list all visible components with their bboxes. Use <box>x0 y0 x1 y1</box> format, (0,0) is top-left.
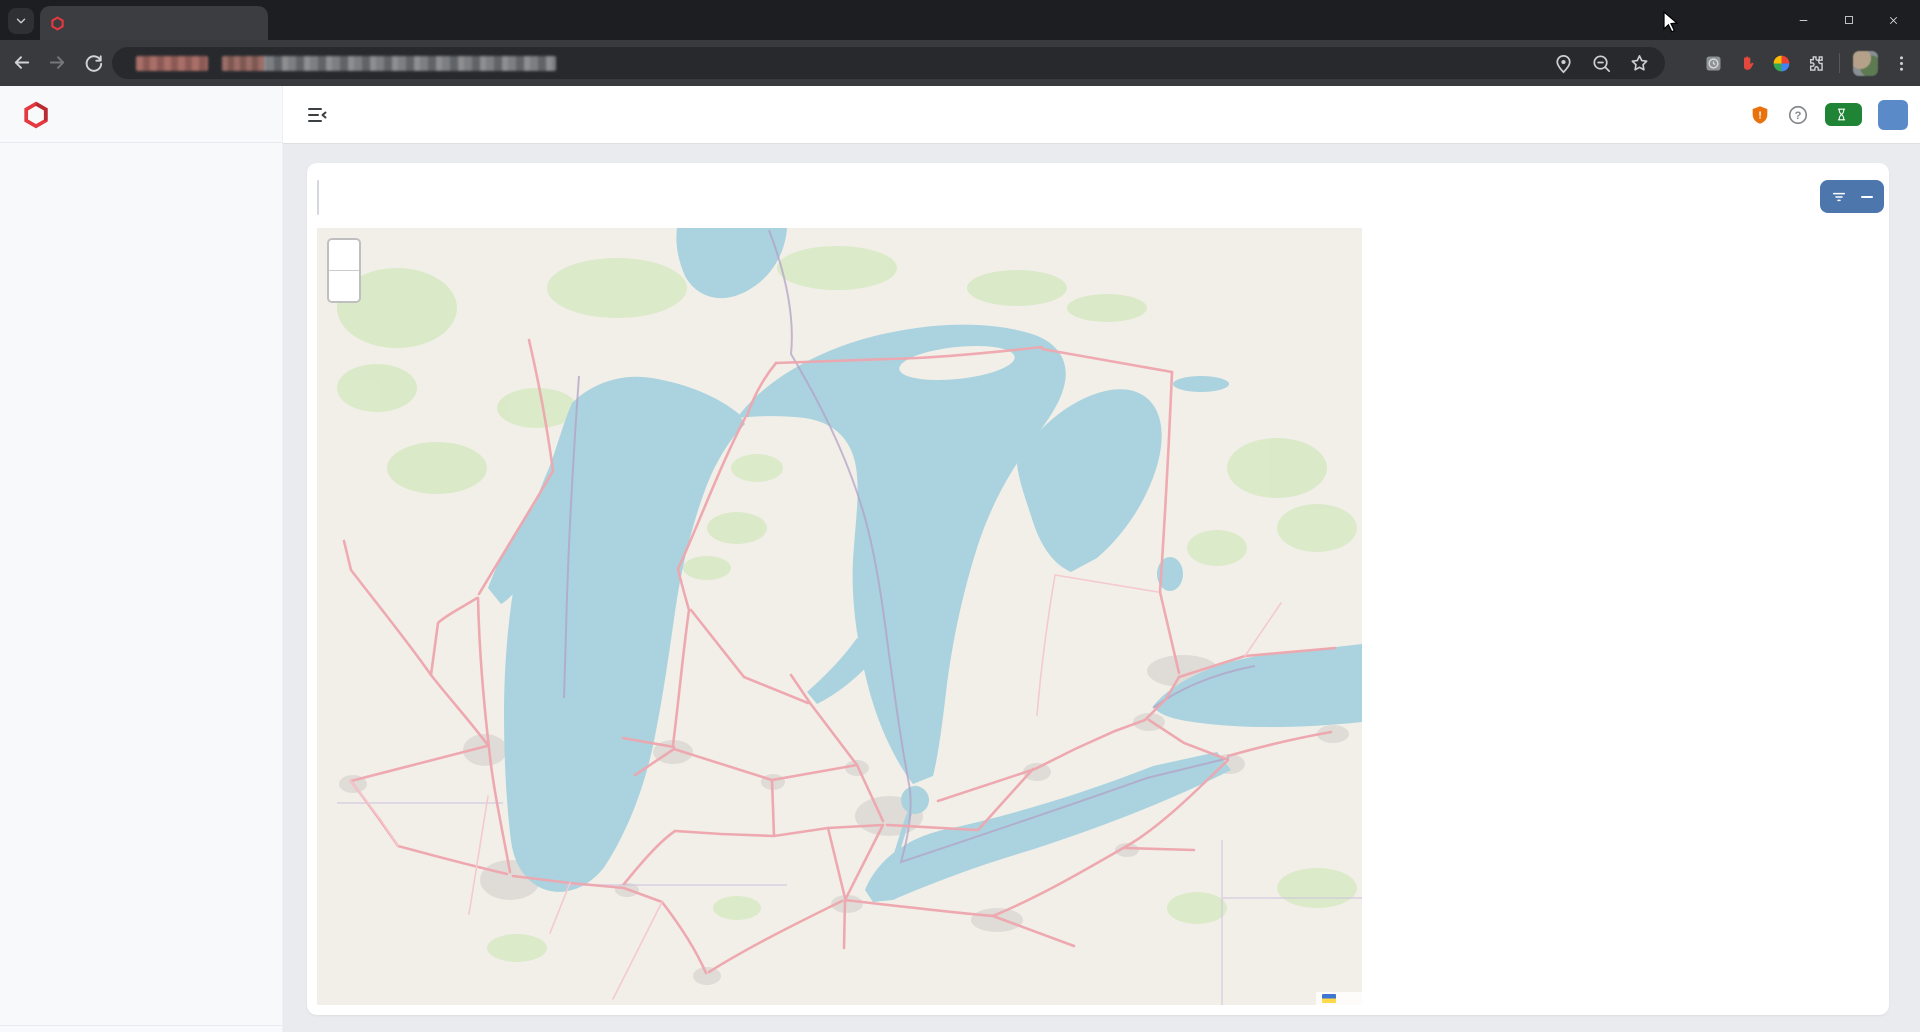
extension-photos-icon[interactable] <box>1771 53 1792 74</box>
tab-search-button[interactable] <box>8 8 34 34</box>
forward-button[interactable] <box>46 51 69 74</box>
sidebar-footer <box>0 1025 282 1032</box>
sidebar-collapse-button[interactable] <box>305 103 329 127</box>
view-filter-tabs <box>317 180 319 215</box>
ukraine-flag-icon <box>1322 994 1336 1003</box>
active-timer-button[interactable] <box>1825 103 1862 126</box>
svg-text:?: ? <box>1795 109 1802 121</box>
redacted-url-segment <box>136 56 208 71</box>
map-attribution <box>1316 992 1362 1005</box>
presence-panel <box>1379 228 1885 1005</box>
toolbar-divider <box>1839 53 1840 73</box>
leaflet-map[interactable] <box>317 228 1362 1005</box>
window-controls <box>1781 0 1916 40</box>
map-zoom-control <box>327 238 361 303</box>
browser-chrome <box>0 0 1920 86</box>
totaleto-hexagon-icon <box>22 101 50 129</box>
alert-shield-icon[interactable]: ! <box>1749 104 1771 126</box>
bookmark-star-icon[interactable] <box>1628 52 1651 75</box>
browser-profile-avatar[interactable] <box>1853 51 1878 76</box>
hourglass-icon <box>1834 107 1849 122</box>
chevron-down-icon <box>14 14 28 28</box>
totaleto-favicon <box>50 16 65 31</box>
browser-tab[interactable] <box>40 6 268 40</box>
sidebar-footer-divider <box>0 1025 282 1026</box>
content-area <box>283 143 1920 1032</box>
filter-count-badge <box>1861 196 1873 198</box>
close-icon <box>1887 14 1900 27</box>
filter-button[interactable] <box>1820 180 1884 213</box>
help-question-icon[interactable]: ? <box>1787 104 1809 126</box>
window-minimize-button[interactable] <box>1781 0 1826 40</box>
window-close-button[interactable] <box>1871 0 1916 40</box>
sidebar-nav <box>0 143 282 1025</box>
zoom-out-button[interactable] <box>329 271 359 301</box>
tab-strip <box>0 0 1920 40</box>
reload-button[interactable] <box>82 51 105 74</box>
extensions-puzzle-icon[interactable] <box>1805 53 1826 74</box>
browser-toolbar <box>0 40 1920 86</box>
app-logo[interactable] <box>0 86 282 142</box>
map-canvas <box>317 228 1362 1005</box>
sidebar <box>0 86 283 1032</box>
maximize-icon <box>1843 14 1855 26</box>
page-header: ! ? <box>283 86 1920 143</box>
minimize-icon <box>1797 14 1810 27</box>
geolocation-icon[interactable] <box>1552 52 1575 75</box>
zoom-page-icon[interactable] <box>1590 52 1613 75</box>
svg-text:!: ! <box>1758 110 1761 121</box>
user-avatar[interactable] <box>1878 100 1908 130</box>
redacted-url-text <box>222 56 556 71</box>
address-bar[interactable] <box>112 47 1665 79</box>
zoom-in-button[interactable] <box>329 240 359 271</box>
back-button[interactable] <box>10 51 33 74</box>
location-card <box>307 163 1889 1015</box>
browser-menu-kebab-icon[interactable] <box>1891 53 1912 74</box>
filter-lines-icon <box>1831 189 1847 205</box>
new-tab-button[interactable] <box>282 8 306 32</box>
extension-hand-icon[interactable] <box>1737 53 1758 74</box>
window-maximize-button[interactable] <box>1826 0 1871 40</box>
extension-clock-icon[interactable] <box>1703 53 1724 74</box>
